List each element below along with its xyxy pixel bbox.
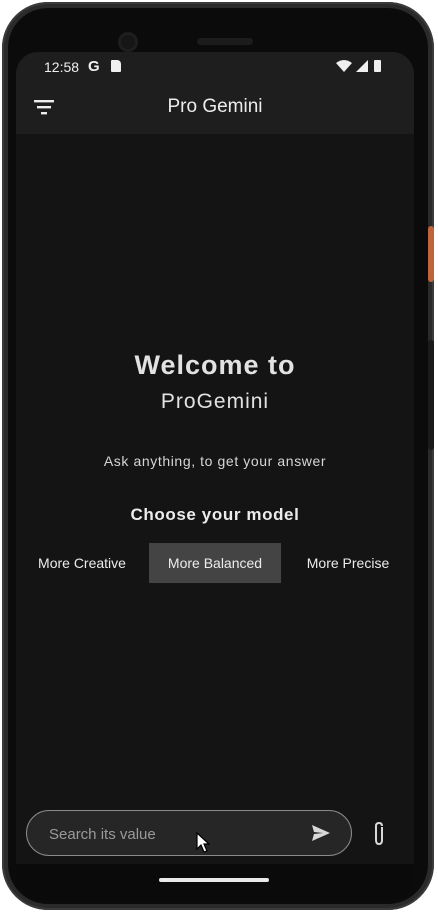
volume-button <box>428 340 434 450</box>
search-bar <box>26 810 352 856</box>
app-bar: Pro Gemini <box>16 82 414 134</box>
status-time: 12:58 <box>44 59 80 75</box>
wifi-icon <box>336 60 352 72</box>
mouse-cursor-icon <box>196 832 210 853</box>
model-option-balanced[interactable]: More Balanced <box>149 543 281 583</box>
navigation-bar <box>16 864 414 900</box>
model-option-precise[interactable]: More Precise <box>294 543 402 583</box>
google-icon: G <box>88 58 100 75</box>
welcome-subtitle: Ask anything, to get your answer <box>103 453 327 469</box>
welcome-heading: Welcome to <box>134 350 296 380</box>
power-button <box>428 226 434 282</box>
brand-name: ProGemini <box>160 390 270 413</box>
model-heading: Choose your model <box>130 505 300 524</box>
battery-icon <box>374 60 381 72</box>
sd-card-icon <box>111 60 121 72</box>
status-bar: 12:58 G <box>16 52 414 82</box>
send-icon[interactable] <box>311 824 331 842</box>
paperclip-icon[interactable] <box>370 821 388 847</box>
status-icons <box>336 59 388 76</box>
app-title: Pro Gemini <box>167 96 263 117</box>
front-camera <box>118 32 138 52</box>
earpiece-speaker <box>197 38 253 45</box>
signal-icon <box>356 60 368 72</box>
app-screen: 12:58 G Pro Gemini Welcome to ProGemini … <box>16 52 414 900</box>
model-option-creative[interactable]: More Creative <box>28 543 136 583</box>
home-gesture-bar[interactable] <box>159 878 269 882</box>
search-input[interactable] <box>47 821 301 847</box>
